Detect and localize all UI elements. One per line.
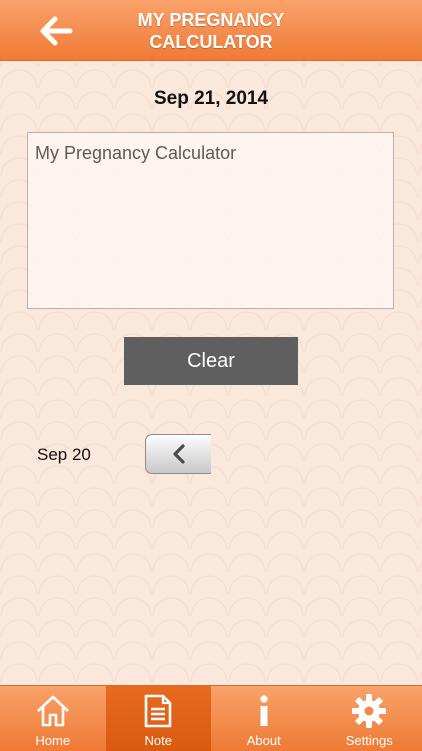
info-icon <box>256 694 272 728</box>
note-date-heading: Sep 21, 2014 <box>0 88 422 110</box>
header-bar: MY PREGNANCY CALCULATOR <box>0 0 422 61</box>
tab-home[interactable]: Home <box>0 686 106 751</box>
tab-settings[interactable]: Settings <box>317 686 422 751</box>
page-title: MY PREGNANCY CALCULATOR <box>100 9 322 53</box>
tab-about[interactable]: About <box>211 686 317 751</box>
note-icon <box>143 694 173 728</box>
tab-about-label: About <box>247 733 281 748</box>
page-title-line2: CALCULATOR <box>100 31 322 53</box>
tab-settings-label: Settings <box>346 733 393 748</box>
tab-bar: Home Note About <box>0 685 422 751</box>
gear-icon <box>351 693 387 729</box>
prev-date-label: Sep 20 <box>37 445 91 465</box>
clear-button[interactable]: Clear <box>124 337 298 385</box>
chevron-left-icon <box>172 444 186 464</box>
note-textarea[interactable]: My Pregnancy Calculator <box>27 132 394 309</box>
tab-note-label: Note <box>145 733 172 748</box>
back-button[interactable] <box>34 10 78 52</box>
tab-home-label: Home <box>35 733 70 748</box>
page-title-line1: MY PREGNANCY <box>100 9 322 31</box>
home-icon <box>35 694 71 728</box>
back-arrow-icon <box>38 14 74 48</box>
prev-day-button[interactable] <box>145 434 211 474</box>
tab-note[interactable]: Note <box>106 686 212 751</box>
